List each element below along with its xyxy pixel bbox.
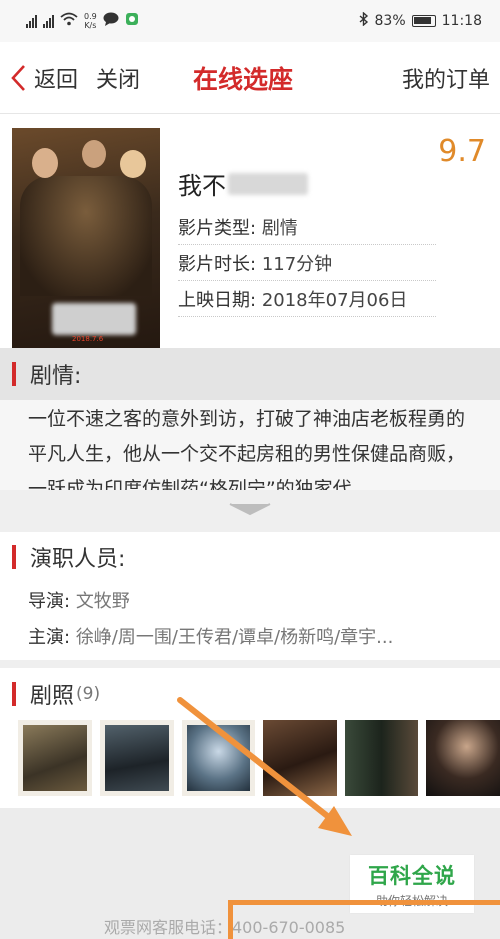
section-marker xyxy=(12,362,16,386)
movie-type-row: 影片类型: 剧情 xyxy=(178,214,436,245)
still-thumbnail[interactable] xyxy=(181,720,256,796)
chevron-down-icon xyxy=(228,501,272,521)
still-thumbnail[interactable] xyxy=(99,720,174,796)
still-thumbnail[interactable] xyxy=(18,720,92,796)
status-bar: 0.9 K/s 83% 11:18 xyxy=(0,0,500,42)
app-notification-icon xyxy=(125,12,139,30)
still-thumbnail[interactable] xyxy=(426,720,500,796)
battery-percent: 83% xyxy=(374,13,406,29)
page-title: 在线选座 xyxy=(193,64,294,94)
battery-icon xyxy=(411,15,436,27)
wifi-icon xyxy=(60,12,78,30)
movie-duration-row: 影片时长: 117分钟 xyxy=(178,250,436,281)
movie-poster[interactable]: 2018.7.6 xyxy=(12,128,160,348)
movie-release-row: 上映日期: 2018年07月06日 xyxy=(178,286,436,317)
nav-bar: 返回 关闭 在线选座 我的订单 xyxy=(0,42,500,114)
still-thumbnail[interactable] xyxy=(263,720,337,796)
movie-info-card: 2018.7.6 9.7 我不 影片类型: 剧情 影片时长: 117分钟 上映日… xyxy=(0,114,500,348)
chat-icon xyxy=(103,12,119,30)
net-speed: 0.9 K/s xyxy=(84,12,97,30)
poster-date: 2018.7.6 xyxy=(72,335,104,343)
movie-score: 9.7 xyxy=(438,134,486,169)
cast-section: 演职人员: 导演: 文牧野 主演: 徐峥/周一围/王传君/谭卓/杨新鸣/章宇..… xyxy=(0,532,500,660)
synopsis-heading: 剧情: xyxy=(30,364,82,389)
actors-row: 主演: 徐峥/周一围/王传君/谭卓/杨新鸣/章宇... xyxy=(28,627,394,648)
annotation-box xyxy=(228,900,500,939)
synopsis-text: 一位不速之客的意外到访，打破了神油店老板程勇的平凡人生，他从一个交不起房租的男性… xyxy=(0,400,500,490)
synopsis-header: 剧情: xyxy=(0,348,500,400)
back-button[interactable]: 返回 xyxy=(10,62,78,94)
signal-icon xyxy=(43,14,54,28)
my-orders-button[interactable]: 我的订单 xyxy=(402,62,490,94)
close-button[interactable]: 关闭 xyxy=(96,62,140,94)
stills-section: 剧照 (9) xyxy=(0,668,500,808)
signal-icon xyxy=(26,14,37,28)
stills-heading: 剧照 xyxy=(30,684,75,709)
expand-synopsis-button[interactable] xyxy=(0,490,500,532)
director-row: 导演: 文牧野 xyxy=(28,591,130,612)
stills-count: (9) xyxy=(76,684,101,704)
chevron-left-icon xyxy=(10,64,26,92)
clock: 11:18 xyxy=(441,13,482,29)
section-marker xyxy=(12,545,16,569)
title-blur xyxy=(228,172,308,195)
cast-heading: 演职人员: xyxy=(30,547,126,572)
bluetooth-icon xyxy=(359,11,369,30)
movie-title: 我不 xyxy=(178,166,308,201)
back-label: 返回 xyxy=(34,67,79,93)
section-marker xyxy=(12,682,16,706)
still-thumbnail[interactable] xyxy=(344,720,419,796)
